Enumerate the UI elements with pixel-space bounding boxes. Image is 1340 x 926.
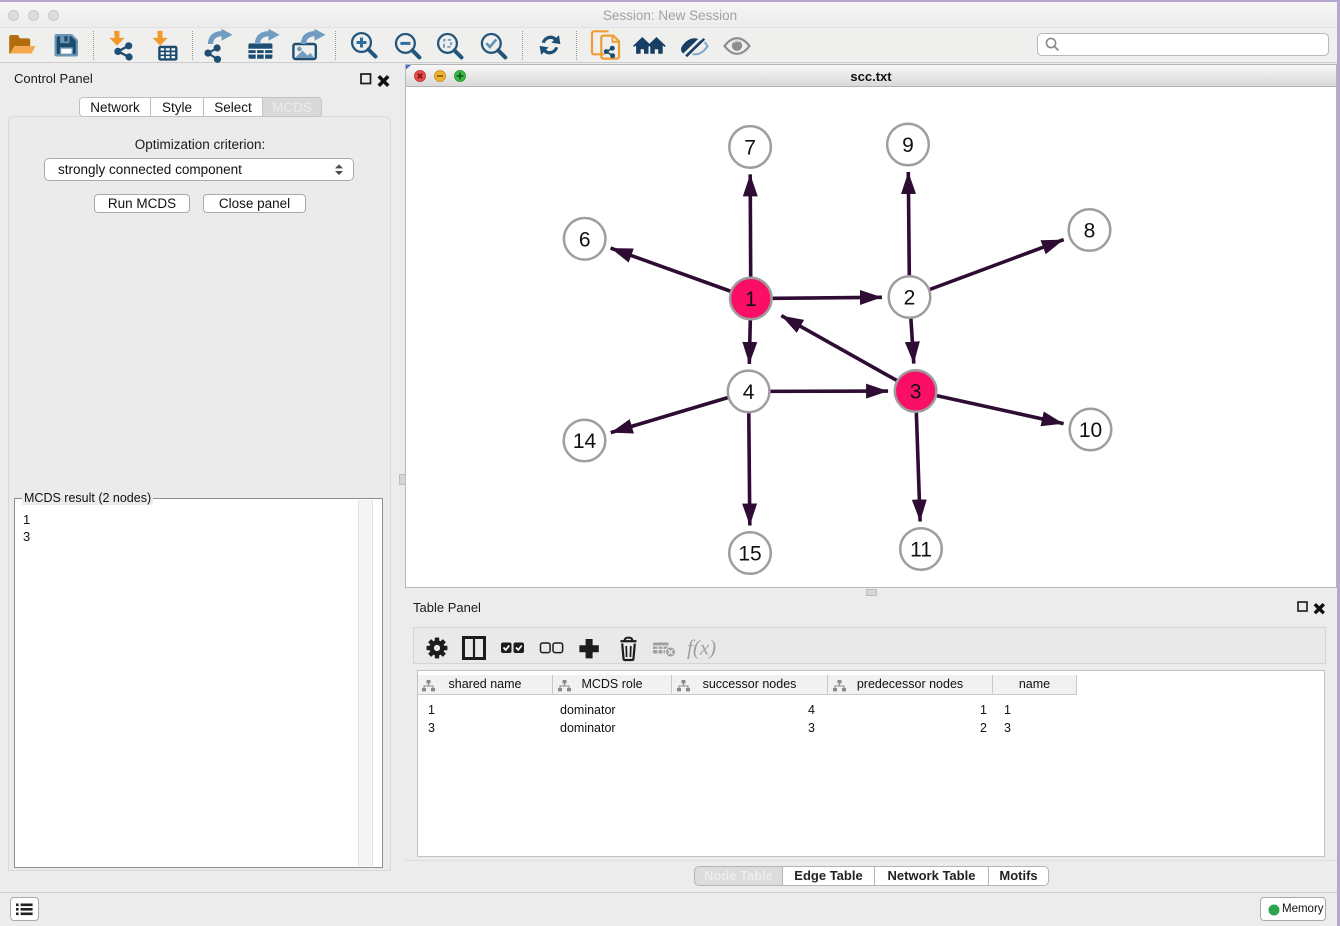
svg-text:3: 3	[910, 381, 922, 404]
svg-text:6: 6	[579, 228, 591, 251]
svg-text:15: 15	[738, 543, 761, 566]
svg-text:14: 14	[573, 430, 597, 453]
svg-text:8: 8	[1084, 220, 1096, 243]
svg-text:10: 10	[1079, 419, 1102, 442]
svg-text:2: 2	[904, 287, 916, 310]
svg-text:4: 4	[743, 381, 755, 404]
svg-text:11: 11	[910, 539, 932, 562]
svg-text:f(x): f(x)	[687, 636, 716, 660]
svg-text:1: 1	[745, 288, 757, 311]
svg-text:7: 7	[744, 136, 756, 159]
svg-text:9: 9	[902, 134, 914, 157]
